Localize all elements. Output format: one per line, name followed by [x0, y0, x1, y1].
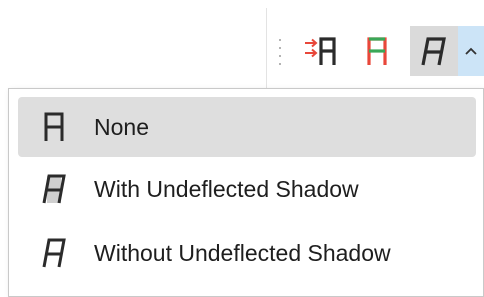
- letter-red-green-icon: [367, 37, 387, 65]
- italic-letter-icon: [421, 37, 446, 66]
- menu-item-label: With Undeflected Shadow: [94, 176, 359, 202]
- shadow-dropdown-toggle[interactable]: [458, 26, 484, 76]
- letter-with-red-arrows-icon: [305, 37, 336, 65]
- shadow-dropdown-menu: None With Undeflected Shadow Without Und…: [8, 88, 484, 297]
- italic-letter-button[interactable]: [410, 26, 458, 76]
- letter-straight-icon: [44, 112, 64, 141]
- letter-with-arrows-button[interactable]: [296, 26, 342, 76]
- toolbar-grip-handle[interactable]: [279, 39, 282, 65]
- menu-item-without-undeflected-shadow[interactable]: Without Undeflected Shadow: [18, 223, 476, 283]
- chevron-up-icon: [465, 47, 477, 55]
- toolbar-separator: [266, 8, 267, 88]
- letter-italic-shadow-icon: [42, 174, 66, 204]
- menu-item-label: None: [94, 114, 149, 140]
- menu-item-with-undeflected-shadow[interactable]: With Undeflected Shadow: [18, 159, 476, 219]
- menu-item-label: Without Undeflected Shadow: [94, 240, 391, 266]
- colored-letter-button[interactable]: [354, 26, 400, 76]
- toolbar: [0, 0, 484, 88]
- letter-italic-icon: [42, 238, 66, 268]
- menu-item-none[interactable]: None: [18, 97, 476, 157]
